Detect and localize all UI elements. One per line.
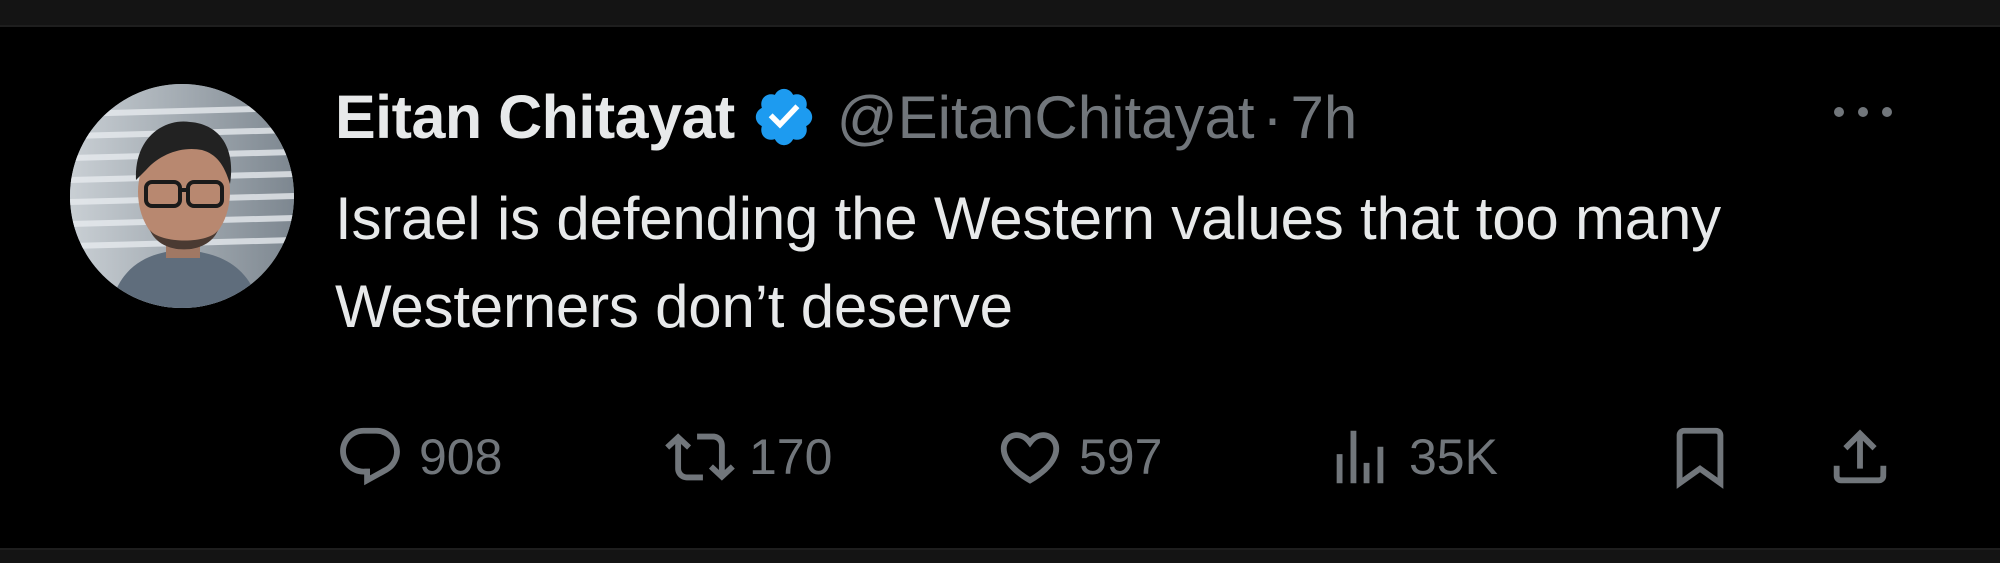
analytics-icon — [1325, 422, 1395, 492]
share-icon — [1825, 422, 1895, 492]
avatar[interactable] — [70, 84, 294, 308]
reply-icon — [335, 422, 405, 492]
bookmark-icon — [1665, 422, 1735, 492]
bottom-divider — [0, 548, 2000, 563]
avatar-image — [70, 84, 294, 308]
heart-icon — [995, 422, 1065, 492]
timestamp[interactable]: 7h — [1291, 83, 1358, 152]
reply-count: 908 — [419, 429, 503, 485]
share-button[interactable] — [1825, 412, 1895, 502]
verified-badge-icon[interactable] — [751, 84, 817, 150]
retweet-button[interactable]: 170 — [665, 412, 832, 502]
like-count: 597 — [1079, 429, 1163, 485]
header-separator: · — [1262, 83, 1283, 151]
like-button[interactable]: 597 — [995, 412, 1162, 502]
tweet-text: Israel is defending the Western values t… — [335, 185, 1721, 340]
retweet-icon — [665, 422, 735, 492]
more-options-icon[interactable] — [1830, 97, 1896, 127]
views-button[interactable]: 35K — [1325, 412, 1498, 502]
action-bar: 908 170 597 35K — [335, 412, 1905, 502]
tweet-card[interactable]: Eitan Chitayat @EitanChitayat · 7h Israe… — [0, 27, 2000, 548]
reply-button[interactable]: 908 — [335, 412, 502, 502]
retweet-count: 170 — [749, 429, 833, 485]
views-count: 35K — [1409, 429, 1498, 485]
display-name[interactable]: Eitan Chitayat — [335, 82, 735, 152]
bookmark-button[interactable] — [1665, 412, 1735, 502]
user-handle[interactable]: @EitanChitayat — [837, 83, 1255, 152]
top-divider — [0, 0, 2000, 27]
tweet-header: Eitan Chitayat @EitanChitayat · 7h — [335, 79, 1357, 155]
